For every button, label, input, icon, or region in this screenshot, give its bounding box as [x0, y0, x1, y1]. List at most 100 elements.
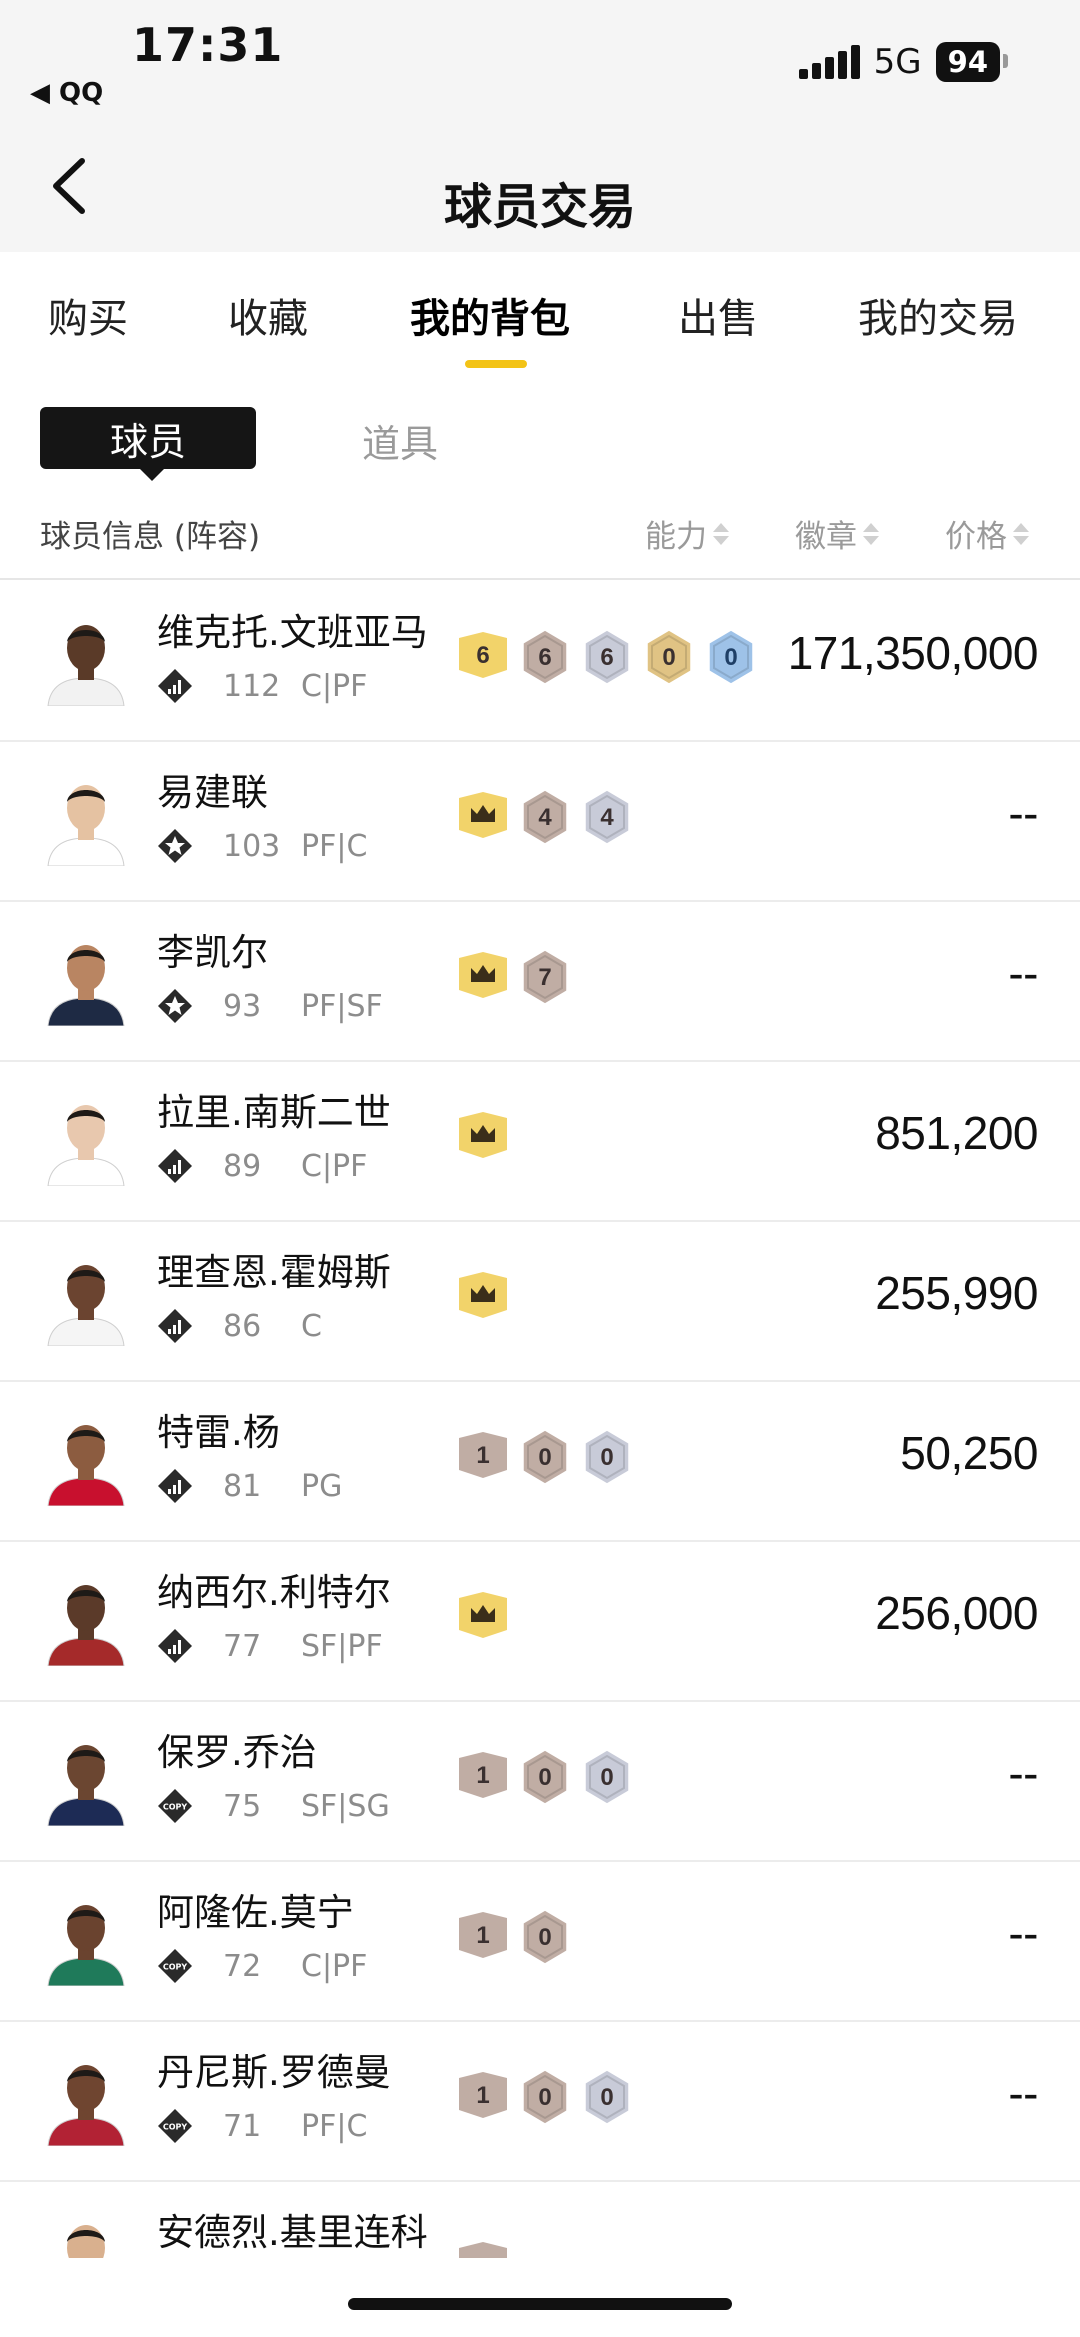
svg-text:0: 0	[538, 1924, 551, 1951]
player-rating: 81	[223, 1468, 262, 1504]
player-avatar-icon	[40, 2052, 132, 2146]
svg-text:0: 0	[600, 2084, 613, 2111]
player-price: --	[1008, 2067, 1038, 2119]
status-bar: 17:31 ◀ QQ 5G 94	[0, 0, 1080, 125]
svg-text:4: 4	[538, 804, 552, 831]
player-rating: 103	[223, 828, 281, 864]
sort-ability[interactable]: 能力	[645, 511, 729, 556]
player-row[interactable]: 丹尼斯.罗德曼 COPY 71 PF|C 1 0 0 --	[0, 2022, 1080, 2182]
player-positions: C|PF	[301, 1148, 368, 1184]
back-to-app-link[interactable]: ◀ QQ	[30, 78, 103, 108]
player-name: 理查恩.霍姆斯	[157, 1251, 391, 1294]
stats-tier-icon	[158, 1469, 192, 1503]
sort-price[interactable]: 价格	[945, 511, 1029, 556]
subtab-items[interactable]: 道具	[362, 413, 438, 468]
sort-arrows-icon	[863, 522, 879, 545]
player-rating: 71	[223, 2108, 262, 2144]
bronze-badge-icon: 0	[522, 1749, 568, 1805]
player-rating: 86	[223, 1308, 262, 1344]
player-avatar-icon	[40, 1892, 132, 1986]
player-price: 171,350,000	[787, 627, 1039, 679]
subtab-players[interactable]: 球员	[40, 407, 256, 481]
player-avatar	[40, 2212, 132, 2258]
player-positions: C|PF	[301, 668, 368, 704]
svg-text:0: 0	[600, 1764, 613, 1791]
svg-text:0: 0	[724, 644, 737, 671]
signal-icon	[798, 45, 860, 79]
main-tabs: 购买 收藏 我的背包 出售 我的交易	[0, 252, 1080, 382]
player-row[interactable]: 李凯尔 93 PF|SF 7 --	[0, 902, 1080, 1062]
player-row[interactable]: 阿隆佐.莫宁 COPY 72 C|PF 1 0 --	[0, 1862, 1080, 2022]
copy-tier-icon: COPY	[158, 2109, 192, 2143]
network-label: 5G	[873, 42, 922, 82]
star-tier-icon	[158, 989, 192, 1023]
player-name: 易建联	[157, 771, 268, 814]
player-row[interactable]: 保罗.乔治 COPY 75 SF|SG 1 0 0 --	[0, 1702, 1080, 1862]
badge-list: 1 0	[457, 1908, 571, 1966]
stats-tier-icon	[158, 669, 192, 703]
player-row[interactable]: 维克托.文班亚马 112 C|PF 6 6 6 0 0 171,350,000	[0, 582, 1080, 742]
badge-list	[457, 1268, 509, 1326]
player-rating: 75	[223, 1788, 262, 1824]
player-price: 851,200	[875, 1107, 1038, 1159]
nav-bar: 球员交易	[0, 125, 1080, 252]
bronze-badge-icon: 7	[522, 949, 568, 1005]
player-avatar	[40, 612, 132, 706]
copy-tier-icon: COPY	[158, 1949, 192, 1983]
svg-text:1: 1	[476, 1922, 489, 1949]
player-avatar	[40, 1252, 132, 1346]
column-header: 球员信息 (阵容) 能力 徽章 价格	[0, 505, 1080, 580]
badge-list	[457, 1108, 509, 1166]
blue-badge-icon: 0	[708, 629, 754, 685]
player-avatar-icon	[40, 1572, 132, 1666]
bronze-badge-icon: 4	[522, 789, 568, 845]
column-player-info: 球员信息 (阵容)	[40, 519, 261, 555]
battery-icon: 94	[935, 42, 1009, 82]
player-row[interactable]: 纳西尔.利特尔 77 SF|PF 256,000	[0, 1542, 1080, 1702]
player-name: 特雷.杨	[157, 1411, 280, 1454]
player-meta: 93 PF|SF	[157, 988, 383, 1024]
crown-badge-icon	[459, 1112, 507, 1158]
sort-price-label: 价格	[945, 519, 1007, 555]
tab-buy[interactable]: 购买	[48, 286, 128, 344]
sort-badge[interactable]: 徽章	[795, 511, 879, 556]
player-row[interactable]: 拉里.南斯二世 89 C|PF 851,200	[0, 1062, 1080, 1222]
player-meta: COPY 72 C|PF	[157, 1948, 367, 1984]
player-avatar	[40, 772, 132, 866]
sort-arrows-icon	[1013, 522, 1029, 545]
player-avatar	[40, 1572, 132, 1666]
page-title: 球员交易	[443, 179, 636, 235]
player-avatar-icon	[40, 2212, 132, 2258]
player-avatar	[40, 1092, 132, 1186]
player-rating: 77	[223, 1628, 262, 1664]
player-avatar	[40, 2052, 132, 2146]
player-name: 阿隆佐.莫宁	[157, 1891, 354, 1934]
player-row[interactable]: 特雷.杨 81 PG 1 0 0 50,250	[0, 1382, 1080, 1542]
player-avatar-icon	[40, 932, 132, 1026]
player-row[interactable]: 理查恩.霍姆斯 86 C 255,990	[0, 1222, 1080, 1382]
sort-badge-label: 徽章	[795, 519, 857, 555]
svg-text:COPY: COPY	[163, 1803, 188, 1812]
player-name: 李凯尔	[157, 931, 268, 974]
player-meta: 81 PG	[157, 1468, 342, 1504]
player-price: --	[1008, 787, 1038, 839]
bronze-flag-badge-icon	[459, 2242, 507, 2258]
svg-text:1: 1	[476, 1762, 489, 1789]
svg-text:7: 7	[538, 964, 551, 991]
sort-arrows-icon	[713, 522, 729, 545]
player-avatar	[40, 932, 132, 1026]
gold-badge-icon: 6	[459, 632, 507, 678]
player-row[interactable]: 易建联 103 PF|C 4 4 --	[0, 742, 1080, 902]
tab-favorites[interactable]: 收藏	[228, 286, 308, 344]
tab-sell[interactable]: 出售	[678, 286, 758, 344]
svg-text:0: 0	[600, 1444, 613, 1471]
player-list: 维克托.文班亚马 112 C|PF 6 6 6 0 0 171,350,000 …	[0, 582, 1080, 2258]
svg-text:COPY: COPY	[163, 2123, 188, 2132]
svg-text:1: 1	[476, 1442, 489, 1469]
tab-my-trades[interactable]: 我的交易	[858, 286, 1018, 344]
crown-badge-icon	[459, 792, 507, 838]
player-row[interactable]: 安德烈.基里连科	[0, 2182, 1080, 2258]
player-avatar-icon	[40, 1252, 132, 1346]
badge-list: 1 0 0	[457, 2068, 633, 2126]
tab-my-backpack[interactable]: 我的背包	[410, 286, 570, 344]
